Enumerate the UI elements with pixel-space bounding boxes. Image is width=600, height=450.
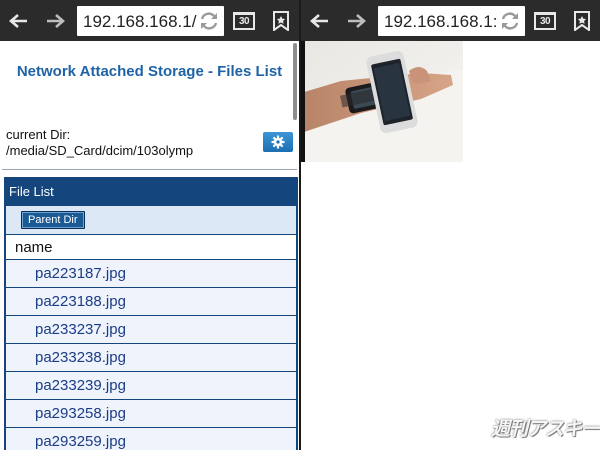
smartwatch-and-smartphone-on-wrist-photo[interactable] — [301, 41, 463, 162]
reload-icon[interactable] — [197, 9, 221, 33]
file-list-header: File List — [6, 177, 296, 206]
gear-icon — [271, 135, 285, 149]
reload-icon[interactable] — [498, 9, 522, 33]
tab-count: 30 — [233, 11, 255, 30]
url-bar[interactable]: 192.168.168.1/m — [77, 6, 224, 36]
file-link[interactable]: pa293259.jpg — [6, 428, 296, 450]
current-dir-value: /media/SD_Card/dcim/103olymp — [6, 143, 194, 158]
forward-arrow-icon[interactable] — [343, 6, 371, 35]
file-link[interactable]: pa223187.jpg — [6, 260, 296, 288]
settings-button[interactable] — [263, 132, 293, 152]
url-bar[interactable]: 192.168.168.1:8( — [378, 6, 525, 36]
browser-toolbar: 192.168.168.1/m 30 — [0, 0, 299, 41]
parent-dir-row: Parent Dir — [6, 206, 296, 235]
forward-arrow-icon[interactable] — [42, 6, 70, 35]
divider — [2, 169, 297, 170]
bookmark-icon[interactable] — [270, 6, 292, 35]
file-list-table: File List Parent Dir name pa223187.jpg p… — [4, 177, 298, 450]
tabs-icon[interactable]: 30 — [533, 6, 557, 35]
left-browser-window: 192.168.168.1/m 30 Network Attached Stor… — [0, 0, 299, 450]
name-column-header: name — [6, 235, 296, 260]
right-browser-window: 192.168.168.1:8( 30 — [301, 0, 600, 450]
browser-toolbar: 192.168.168.1:8( 30 — [301, 0, 600, 41]
file-link[interactable]: pa293258.jpg — [6, 400, 296, 428]
current-dir-label: current Dir: — [6, 127, 71, 142]
file-link[interactable]: pa233239.jpg — [6, 372, 296, 400]
url-text[interactable]: 192.168.168.1:8( — [384, 12, 498, 32]
page-title: Network Attached Storage - Files List — [16, 63, 283, 80]
scrollbar[interactable] — [293, 43, 297, 120]
watermark-logo: 週刊アスキー — [491, 419, 600, 440]
file-link[interactable]: pa223188.jpg — [6, 288, 296, 316]
page-content: Network Attached Storage - Files List cu… — [0, 41, 299, 450]
file-link[interactable]: pa233238.jpg — [6, 344, 296, 372]
back-arrow-icon[interactable] — [4, 6, 32, 35]
parent-dir-button[interactable]: Parent Dir — [21, 211, 85, 229]
bookmark-icon[interactable] — [571, 6, 593, 35]
file-link[interactable]: pa233237.jpg — [6, 316, 296, 344]
tabs-icon[interactable]: 30 — [232, 6, 256, 35]
back-arrow-icon[interactable] — [305, 6, 333, 35]
url-text[interactable]: 192.168.168.1/m — [83, 12, 197, 32]
tab-count: 30 — [534, 11, 556, 30]
